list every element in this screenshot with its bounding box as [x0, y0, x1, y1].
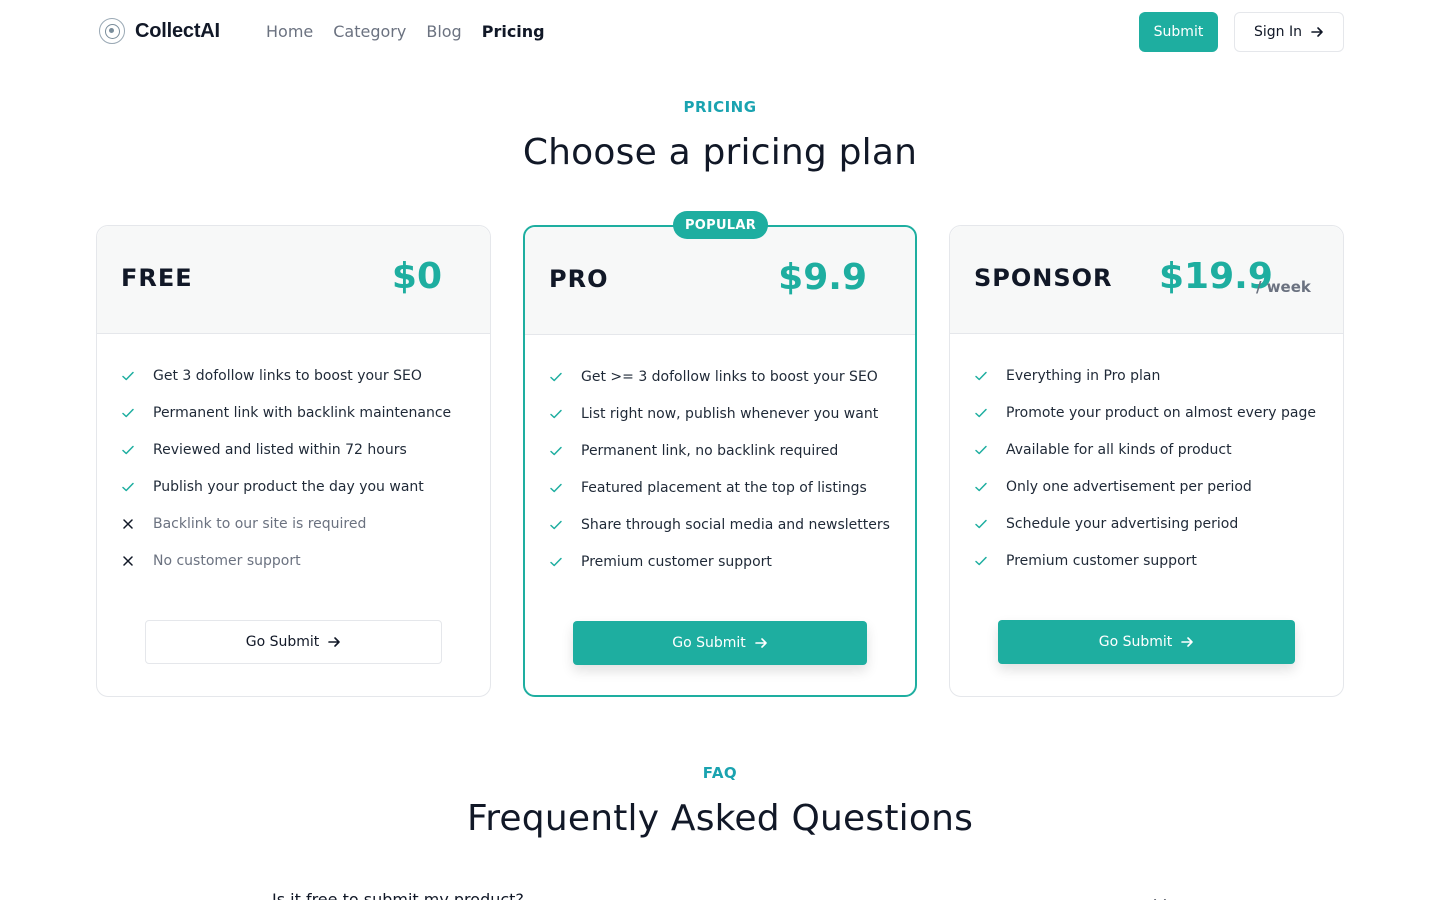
feature-text: List right now, publish whenever you wan…	[581, 406, 879, 422]
go-submit-label: Go Submit	[245, 634, 320, 650]
nav-pricing[interactable]: Pricing	[482, 20, 545, 44]
plan-card-header: SPONSOR $19.9 / week	[950, 226, 1343, 334]
check-icon	[121, 478, 153, 496]
feature-item: Publish your product the day you want	[121, 478, 451, 515]
feature-item: Only one advertisement per period	[974, 478, 1316, 515]
feature-text: Share through social media and newslette…	[581, 517, 890, 533]
plan-period: / week	[1256, 278, 1311, 296]
feature-list: Everything in Pro plan Promote your prod…	[974, 367, 1316, 589]
feature-item: Promote your product on almost every pag…	[974, 404, 1316, 441]
popular-badge: POPULAR	[673, 211, 768, 239]
plan-card-free: FREE $0 Get 3 dofollow links to boost yo…	[96, 225, 491, 697]
feature-item: Permanent link with backlink maintenance	[121, 404, 451, 441]
faq-eyebrow: FAQ	[702, 764, 738, 782]
feature-text: Reviewed and listed within 72 hours	[153, 442, 407, 458]
feature-text: No customer support	[153, 553, 301, 569]
brand-logo[interactable]: CollectAI	[99, 18, 220, 44]
check-icon	[974, 552, 1006, 570]
feature-item: Permanent link, no backlink required	[549, 442, 890, 479]
feature-text: Get 3 dofollow links to boost your SEO	[153, 368, 422, 384]
feature-text: Get >= 3 dofollow links to boost your SE…	[581, 369, 878, 385]
feature-item: Featured placement at the top of listing…	[549, 479, 890, 516]
check-icon	[549, 553, 581, 571]
plan-name: SPONSOR	[974, 264, 1113, 292]
feature-item: Schedule your advertising period	[974, 515, 1316, 552]
plan-price: $9.9	[778, 257, 867, 298]
feature-text: Available for all kinds of product	[1006, 442, 1232, 458]
check-icon	[974, 441, 1006, 459]
check-icon	[549, 479, 581, 497]
plan-name: PRO	[549, 265, 609, 293]
feature-item: Premium customer support	[974, 552, 1316, 589]
feature-text: Featured placement at the top of listing…	[581, 480, 867, 496]
nav-blog[interactable]: Blog	[426, 20, 461, 44]
feature-text: Backlink to our site is required	[153, 516, 367, 532]
plan-card-header: FREE $0	[97, 226, 490, 334]
arrow-right-icon	[328, 637, 341, 647]
plan-card-pro: PRO $9.9 POPULAR Get >= 3 dofollow links…	[523, 211, 917, 697]
pricing-title: Choose a pricing plan	[522, 132, 918, 173]
chevron-down-icon[interactable]	[1152, 894, 1168, 900]
feature-text: Permanent link, no backlink required	[581, 443, 839, 459]
check-icon	[974, 367, 1006, 385]
feature-text: Premium customer support	[1006, 553, 1197, 569]
feature-item: Get 3 dofollow links to boost your SEO	[121, 367, 451, 404]
sign-in-button[interactable]: Sign In	[1234, 12, 1344, 52]
check-icon	[121, 441, 153, 459]
feature-item: Everything in Pro plan	[974, 367, 1316, 404]
feature-item: Reviewed and listed within 72 hours	[121, 441, 451, 478]
check-icon	[121, 367, 153, 385]
feature-list: Get 3 dofollow links to boost your SEO P…	[121, 367, 451, 589]
go-submit-button-free[interactable]: Go Submit	[145, 620, 442, 664]
x-icon	[121, 552, 153, 570]
sign-in-label: Sign In	[1254, 24, 1302, 40]
feature-item: Premium customer support	[549, 553, 890, 590]
arrow-right-icon	[754, 638, 767, 648]
plan-card-header: PRO $9.9	[525, 227, 915, 335]
feature-item: Available for all kinds of product	[974, 441, 1316, 478]
feature-text: Permanent link with backlink maintenance	[153, 405, 452, 421]
plan-price: $0	[391, 256, 442, 297]
check-icon	[974, 404, 1006, 422]
faq-title: Frequently Asked Questions	[466, 798, 974, 839]
pricing-eyebrow: PRICING	[683, 98, 757, 116]
site-header: CollectAI Home Category Blog Pricing Sub…	[0, 0, 1440, 64]
feature-text: Promote your product on almost every pag…	[1006, 405, 1316, 421]
feature-text: Premium customer support	[581, 554, 772, 570]
check-icon	[549, 442, 581, 460]
plan-card-sponsor: SPONSOR $19.9 / week Everything in Pro p…	[949, 225, 1344, 697]
x-icon	[121, 515, 153, 533]
main-nav: Home Category Blog Pricing	[266, 20, 545, 44]
check-icon	[974, 478, 1006, 496]
feature-item: Get >= 3 dofollow links to boost your SE…	[549, 368, 890, 405]
check-icon	[549, 368, 581, 386]
plan-name: FREE	[121, 264, 193, 292]
feature-item-excluded: Backlink to our site is required	[121, 515, 451, 552]
header-submit-button[interactable]: Submit	[1139, 12, 1218, 52]
arrow-right-icon	[1181, 637, 1194, 647]
check-icon	[549, 405, 581, 423]
feature-text: Only one advertisement per period	[1006, 479, 1252, 495]
check-icon	[974, 515, 1006, 533]
check-icon	[549, 516, 581, 534]
arrow-right-icon	[1311, 27, 1323, 37]
feature-text: Schedule your advertising period	[1006, 516, 1239, 532]
feature-list: Get >= 3 dofollow links to boost your SE…	[549, 368, 890, 590]
nav-category[interactable]: Category	[333, 20, 406, 44]
go-submit-button-sponsor[interactable]: Go Submit	[998, 620, 1295, 664]
brand-name: CollectAI	[135, 19, 220, 42]
feature-text: Publish your product the day you want	[153, 479, 424, 495]
go-submit-label: Go Submit	[1098, 634, 1173, 650]
go-submit-label: Go Submit	[672, 635, 746, 651]
go-submit-button-pro[interactable]: Go Submit	[573, 621, 867, 665]
check-icon	[121, 404, 153, 422]
nav-home[interactable]: Home	[266, 20, 313, 44]
feature-text: Everything in Pro plan	[1006, 368, 1161, 384]
feature-item-excluded: No customer support	[121, 552, 451, 589]
feature-item: List right now, publish whenever you wan…	[549, 405, 890, 442]
brain-logo-icon	[99, 18, 125, 44]
feature-item: Share through social media and newslette…	[549, 516, 890, 553]
faq-question[interactable]: Is it free to submit my product?	[272, 890, 524, 900]
